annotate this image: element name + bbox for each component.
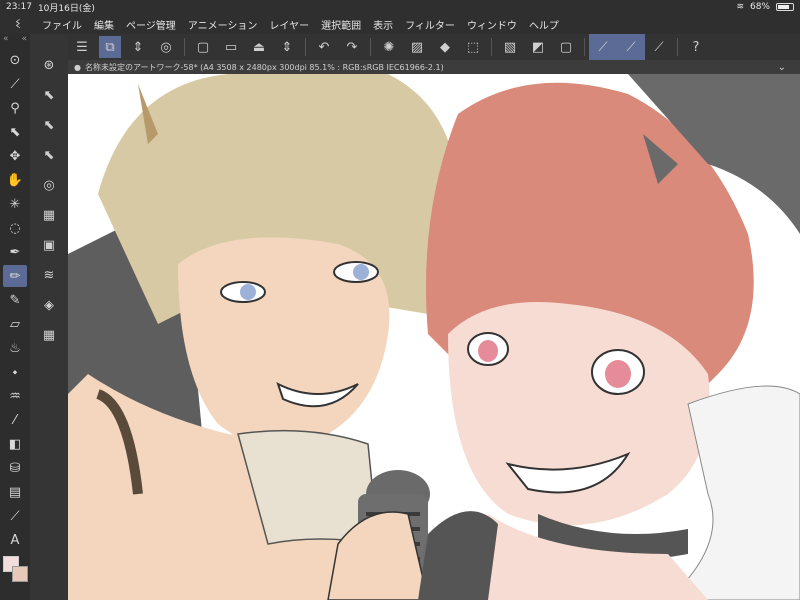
help-icon[interactable]: ? <box>685 36 707 58</box>
color-swatch[interactable] <box>3 556 29 586</box>
line-icon[interactable]: ⁄ <box>3 409 27 431</box>
fill-bucket-icon[interactable]: ⛁ <box>3 457 27 479</box>
navigator-icon[interactable]: ⊛ <box>36 53 62 77</box>
marker-icon[interactable]: ✎ <box>3 289 27 311</box>
background-color[interactable] <box>12 566 28 582</box>
eraser-icon[interactable]: ▱ <box>3 313 27 335</box>
menu-animation[interactable]: アニメーション <box>182 17 264 32</box>
dropper-fill-icon[interactable]: ⬩ <box>3 361 27 383</box>
layer-effect-icon[interactable]: ⬉ <box>36 143 62 167</box>
grid-icon[interactable]: ▦ <box>36 323 62 347</box>
document-title: 名称未設定のアートワーク-58* (A4 3508 x 2480px 300dp… <box>84 62 444 72</box>
tool-palette: «« ⊙ ⟋ ⚲ ⬉ ✥ ✋ ✳ ◌ ✒ ✏ ✎ ▱ ♨ ⬩ ♒ ⁄ ◧ ⛁ ▤… <box>0 34 30 600</box>
menu-page[interactable]: ページ管理 <box>120 17 182 32</box>
pen-icon[interactable]: ✒ <box>3 241 27 263</box>
pen-stabilizer-3-icon[interactable]: ⟋ <box>648 36 670 58</box>
wifi-icon: ≋ <box>736 2 744 12</box>
menu-filter[interactable]: フィルター <box>399 17 461 32</box>
menu-help[interactable]: ヘルプ <box>523 17 565 32</box>
pointer-icon[interactable]: ⊙ <box>3 49 27 71</box>
battery-percent: 68% <box>749 2 770 12</box>
battery-icon <box>776 3 794 11</box>
pen-stabilizer-icon[interactable]: ⟋ <box>592 36 614 58</box>
clock: 23:17 <box>6 2 32 12</box>
frame-icon[interactable]: ▢ <box>555 36 577 58</box>
menu-window[interactable]: ウィンドウ <box>461 17 523 32</box>
frame-border-icon[interactable]: ▤ <box>3 481 27 503</box>
ruler-icon[interactable]: ⟋ <box>3 505 27 527</box>
artwork-illustration <box>68 74 800 600</box>
date: 10月16日(金) <box>37 3 95 14</box>
canvas[interactable] <box>68 74 800 600</box>
hide-selection-icon[interactable]: ▧ <box>499 36 521 58</box>
blend-icon[interactable]: ♨ <box>3 337 27 359</box>
layers-icon[interactable]: ≋ <box>36 263 62 287</box>
text-icon[interactable]: A <box>3 529 27 551</box>
new-icon[interactable]: ▢ <box>192 36 214 58</box>
tab-close-icon[interactable]: ● <box>74 63 81 72</box>
zoom-icon[interactable]: ⚲ <box>3 97 27 119</box>
stepper-2-icon[interactable]: ⇕ <box>276 36 298 58</box>
menu-view[interactable]: 表示 <box>367 17 399 32</box>
clear-icon[interactable]: ▨ <box>406 36 428 58</box>
document-tab[interactable]: ● 名称未設定のアートワーク-58* (A4 3508 x 2480px 300… <box>68 60 800 74</box>
hamburger-icon[interactable]: ☰ <box>71 36 93 58</box>
layer-settings-icon[interactable]: ⧉ <box>99 36 121 58</box>
animation-icon[interactable]: ▣ <box>36 233 62 257</box>
pen-stabilizer-2-icon[interactable]: ⟋ <box>620 36 642 58</box>
clip-studio-logo-icon[interactable]: ଽ <box>0 16 36 32</box>
collapse-controls[interactable]: «« <box>0 34 30 48</box>
layer-search-icon[interactable]: ⬉ <box>36 113 62 137</box>
menu-layer[interactable]: レイヤー <box>263 17 315 32</box>
pencil-icon[interactable]: ✏ <box>3 265 27 287</box>
save-icon[interactable]: ⏏ <box>248 36 270 58</box>
loading-icon[interactable]: ✺ <box>378 36 400 58</box>
menu-bar: ଽ ファイル 編集 ページ管理 アニメーション レイヤー 選択範囲 表示 フィル… <box>0 14 800 34</box>
menu-edit[interactable]: 編集 <box>88 17 120 32</box>
redo-icon[interactable]: ↷ <box>341 36 363 58</box>
spiral-icon[interactable]: ◎ <box>155 36 177 58</box>
gradient-icon[interactable]: ◧ <box>3 433 27 455</box>
texture-icon[interactable]: ▦ <box>36 203 62 227</box>
menu-selection[interactable]: 選択範囲 <box>315 17 367 32</box>
lasso-icon[interactable]: ◌ <box>3 217 27 239</box>
eyedropper-icon[interactable]: ⟋ <box>3 73 27 95</box>
transform-icon[interactable]: ⬚ <box>462 36 484 58</box>
menu-file[interactable]: ファイル <box>36 17 88 32</box>
sub-palette: ⊛ ⬉ ⬉ ⬉ ◎ ▦ ▣ ≋ ◈ ▦ <box>30 34 68 600</box>
undo-icon[interactable]: ↶ <box>313 36 335 58</box>
move-icon[interactable]: ✥ <box>3 145 27 167</box>
hand-icon[interactable]: ✋ <box>3 169 27 191</box>
chevron-down-icon[interactable]: ⌄ <box>778 62 786 73</box>
auto-select-icon[interactable]: ✳ <box>3 193 27 215</box>
airbrush-icon[interactable]: ♒ <box>3 385 27 407</box>
mask-icon[interactable]: ◩ <box>527 36 549 58</box>
object-icon[interactable]: ⬉ <box>3 121 27 143</box>
layers-alt-icon[interactable]: ◈ <box>36 293 62 317</box>
fill-icon[interactable]: ◆ <box>434 36 456 58</box>
stepper-icon[interactable]: ⇕ <box>127 36 149 58</box>
open-icon[interactable]: ▭ <box>220 36 242 58</box>
ios-status-bar: 23:17 10月16日(金) ≋ 68% <box>0 0 800 14</box>
color-circle-icon[interactable]: ◎ <box>36 173 62 197</box>
layer-property-icon[interactable]: ⬉ <box>36 83 62 107</box>
command-bar: ☰ ⧉ ⇕ ◎ ▢ ▭ ⏏ ⇕ ↶ ↷ ✺ ▨ ◆ ⬚ ▧ ◩ ▢ ⟋ ⟋ ⟋ … <box>68 34 800 60</box>
